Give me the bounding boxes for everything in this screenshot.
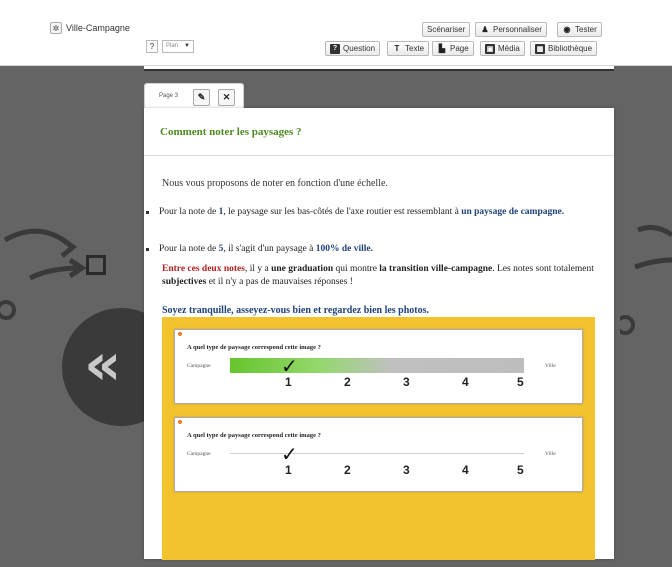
scenarize-button[interactable]: Scénariser <box>422 22 471 37</box>
scale-4[interactable]: 4 <box>462 463 469 477</box>
question-icon: ? <box>330 43 340 54</box>
scale-2[interactable]: 2 <box>344 463 351 477</box>
rating-slider[interactable] <box>230 358 524 373</box>
toolbar-strip <box>144 66 614 71</box>
example-card-empty: A quel type de paysage correspond cette … <box>174 417 583 492</box>
calm-instruction: Soyez tranquille, asseyez-vous bien et r… <box>162 305 430 316</box>
scale-1[interactable]: 1 <box>285 463 292 477</box>
scale-4[interactable]: 4 <box>462 375 469 389</box>
scale-5[interactable]: 5 <box>517 463 524 477</box>
text-icon: T <box>394 44 400 53</box>
tab-label: Page 3 <box>159 93 179 99</box>
example-card-filled: A quel type de paysage correspond cette … <box>174 329 583 404</box>
bullet-dot-icon <box>178 332 182 336</box>
test-button[interactable]: ◉ Tester <box>557 22 602 37</box>
customize-button[interactable]: ♟ Personnaliser <box>475 22 547 37</box>
rating-slider[interactable] <box>230 453 524 454</box>
transition-paragraph: Entre ces deux notes, il y a une graduat… <box>162 264 594 287</box>
pencil-icon[interactable]: ✎ <box>193 89 210 106</box>
tab-page-3[interactable]: Page 3 ✎ ✕ <box>144 83 244 109</box>
scenario-arrows-right <box>620 224 672 335</box>
card-question: A quel type de paysage correspond cette … <box>187 344 321 351</box>
project-name: Ville-Campagne <box>66 23 130 33</box>
close-icon[interactable]: ✕ <box>218 89 235 106</box>
scale-2[interactable]: 2 <box>344 375 351 389</box>
scale-3[interactable]: 3 <box>403 375 410 389</box>
page-title: Comment noter les paysages ? <box>160 126 302 138</box>
library-button[interactable]: ▦ Bibliothèque <box>530 41 598 56</box>
add-media-button[interactable]: ▣ Média <box>480 41 525 56</box>
examples-frame: A quel type de paysage correspond cette … <box>162 317 595 560</box>
settings-icon[interactable]: ✲ <box>50 22 62 34</box>
add-text-button[interactable]: T Texte <box>387 41 430 56</box>
page-content: Comment noter les paysages ? Nous vous p… <box>144 108 614 560</box>
list-item: Pour la note de 5, il s'agit d'un paysag… <box>146 242 599 257</box>
square-icon <box>86 255 106 275</box>
top-toolbar: ✲ Ville-Campagne ? Plan ▼ Scénariser ♟ P… <box>0 0 672 66</box>
scale-1[interactable]: 1 <box>285 375 292 389</box>
chevron-down-icon: ▼ <box>184 43 190 49</box>
project-title[interactable]: ✲ Ville-Campagne <box>50 22 130 34</box>
scale-5[interactable]: 5 <box>517 375 524 389</box>
intro-text: Nous vous proposons de noter en fonction… <box>162 178 388 189</box>
scale-3[interactable]: 3 <box>403 463 410 477</box>
view-select-value: Plan <box>166 43 179 49</box>
ville-label: Ville <box>545 451 556 457</box>
list-item: Pour la note de 1, le paysage sur les ba… <box>146 205 599 220</box>
campagne-label: Campagne <box>187 451 211 457</box>
eye-icon: ◉ <box>563 25 571 34</box>
library-icon: ▦ <box>535 43 545 54</box>
media-icon: ▣ <box>485 43 495 54</box>
help-button[interactable]: ? <box>146 40 158 53</box>
ville-label: Ville <box>545 363 556 369</box>
page-icon: ▙ <box>438 44 446 53</box>
bullet-dot-icon <box>178 420 182 424</box>
campagne-label: Campagne <box>187 363 211 369</box>
add-page-button[interactable]: ▙ Page <box>432 41 474 56</box>
person-icon: ♟ <box>481 25 489 34</box>
add-question-button[interactable]: ? Question <box>325 41 381 56</box>
view-select[interactable]: Plan ▼ <box>162 40 194 53</box>
card-question: A quel type de paysage correspond cette … <box>187 432 321 439</box>
title-divider <box>144 155 614 156</box>
